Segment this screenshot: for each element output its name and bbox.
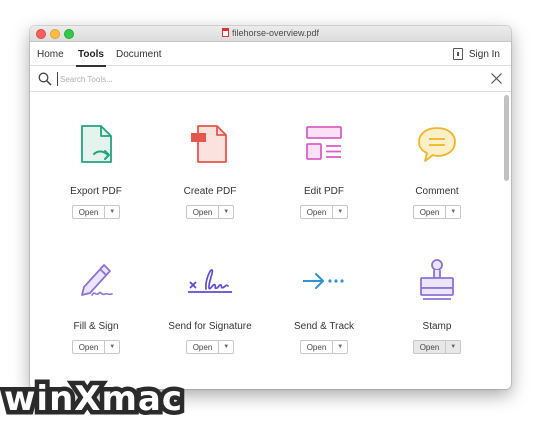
- tool-label: Create PDF: [183, 186, 237, 197]
- export-pdf-icon[interactable]: [68, 118, 124, 174]
- open-dropdown: Open ▼: [71, 340, 121, 354]
- open-dropdown: Open ▼: [412, 205, 462, 219]
- search-bar: [30, 66, 511, 92]
- tool-label: Send for Signature: [168, 321, 252, 332]
- tool-label: Stamp: [422, 321, 452, 332]
- comment-icon[interactable]: [409, 118, 465, 174]
- tool-fill-sign: Fill & Sign Open ▼: [46, 253, 146, 355]
- open-dropdown: Open ▼: [71, 205, 121, 219]
- tool-label: Fill & Sign: [73, 321, 119, 332]
- open-dropdown: Open ▼: [299, 340, 349, 354]
- open-button[interactable]: Open: [187, 341, 220, 353]
- app-window: filehorse-overview.pdf Home Tools Docume…: [30, 26, 511, 389]
- watermark-text: winXmac: [0, 375, 187, 424]
- tool-create-pdf: Create PDF Open ▼: [160, 118, 260, 220]
- window-title-text: filehorse-overview.pdf: [231, 28, 320, 38]
- tool-export-pdf: Export PDF Open ▼: [46, 118, 146, 220]
- open-button[interactable]: Open: [414, 206, 447, 218]
- pdf-file-icon: [221, 28, 229, 37]
- window-title: filehorse-overview.pdf: [30, 28, 511, 38]
- open-button[interactable]: Open: [414, 341, 447, 353]
- open-button[interactable]: Open: [187, 206, 220, 218]
- open-dropdown: Open ▼: [185, 340, 235, 354]
- open-button[interactable]: Open: [73, 341, 106, 353]
- share-document-icon[interactable]: [453, 48, 463, 60]
- vertical-scrollbar[interactable]: [504, 95, 509, 181]
- tool-label: Export PDF: [70, 186, 122, 197]
- clear-search-icon[interactable]: [490, 72, 503, 85]
- chevron-down-icon[interactable]: ▼: [219, 341, 233, 353]
- tool-label: Comment: [415, 186, 459, 197]
- chevron-down-icon[interactable]: ▼: [105, 206, 119, 218]
- tools-panel: Export PDF Open ▼ Create PDF Open ▼ Edit…: [30, 93, 511, 389]
- tool-stamp: Stamp Open ▼: [387, 253, 487, 355]
- open-dropdown: Open ▼: [185, 205, 235, 219]
- chevron-down-icon[interactable]: ▼: [333, 341, 347, 353]
- title-bar: filehorse-overview.pdf: [30, 26, 511, 42]
- send-signature-icon[interactable]: [182, 253, 238, 309]
- tool-edit-pdf: Edit PDF Open ▼: [274, 118, 374, 220]
- tool-send-track: Send & Track Open ▼: [274, 253, 374, 355]
- open-button[interactable]: Open: [73, 206, 106, 218]
- sign-in-link[interactable]: Sign In: [469, 49, 500, 60]
- edit-pdf-icon[interactable]: [296, 118, 352, 174]
- send-track-icon[interactable]: [296, 253, 352, 309]
- search-tools-input[interactable]: [57, 72, 457, 86]
- menu-bar: Home Tools Document Sign In: [30, 42, 511, 67]
- tab-tools[interactable]: Tools: [76, 49, 106, 67]
- tool-label: Edit PDF: [303, 186, 344, 197]
- search-icon: [38, 72, 52, 86]
- chevron-down-icon[interactable]: ▼: [446, 341, 460, 353]
- watermark-logo: winXmac: [0, 375, 187, 424]
- tab-home[interactable]: Home: [37, 49, 64, 60]
- open-button[interactable]: Open: [301, 341, 334, 353]
- create-pdf-icon[interactable]: [182, 118, 238, 174]
- tool-comment: Comment Open ▼: [387, 118, 487, 220]
- fill-sign-icon[interactable]: [68, 253, 124, 309]
- open-button[interactable]: Open: [301, 206, 334, 218]
- chevron-down-icon[interactable]: ▼: [446, 206, 460, 218]
- tab-document[interactable]: Document: [116, 49, 162, 60]
- tool-send-for-signature: Send for Signature Open ▼: [160, 253, 260, 355]
- open-dropdown: Open ▼: [299, 205, 349, 219]
- open-dropdown: Open ▼: [412, 340, 462, 354]
- chevron-down-icon[interactable]: ▼: [219, 206, 233, 218]
- stamp-icon[interactable]: [409, 253, 465, 309]
- chevron-down-icon[interactable]: ▼: [333, 206, 347, 218]
- chevron-down-icon[interactable]: ▼: [105, 341, 119, 353]
- tool-label: Send & Track: [293, 321, 355, 332]
